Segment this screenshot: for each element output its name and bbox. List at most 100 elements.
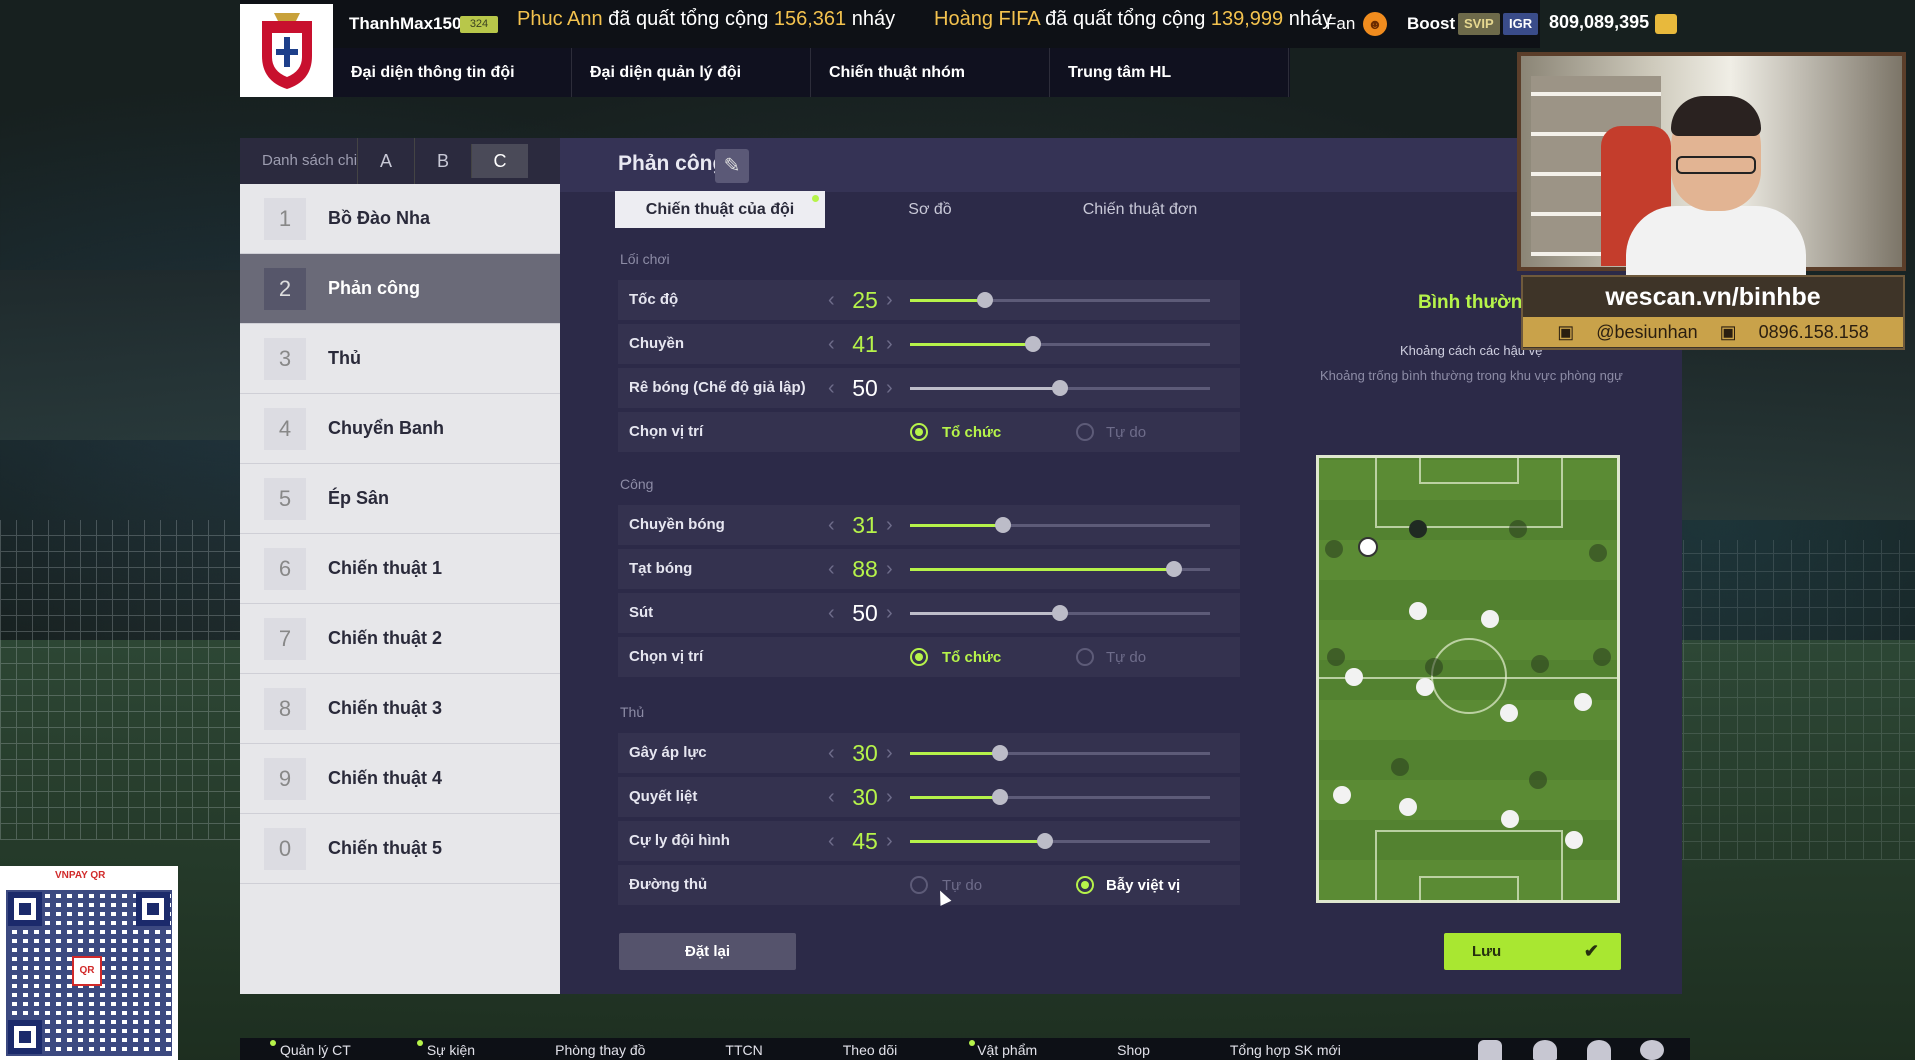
qr-finder-pattern: [136, 892, 170, 926]
gear-icon[interactable]: [1640, 1040, 1664, 1060]
menu-new-events[interactable]: Tổng hợp SK mới: [1150, 1038, 1341, 1060]
slider-track[interactable]: [910, 605, 1210, 621]
slider-track[interactable]: [910, 336, 1210, 352]
slider-track[interactable]: [910, 292, 1210, 308]
radio-free[interactable]: [1076, 648, 1094, 666]
decrease-arrow-icon[interactable]: ‹: [828, 514, 835, 537]
player-marker[interactable]: [1481, 610, 1499, 628]
increase-arrow-icon[interactable]: ›: [886, 333, 893, 356]
slider-knob[interactable]: [977, 292, 993, 308]
radio-offside-trap[interactable]: [1076, 876, 1094, 894]
slider-track[interactable]: [910, 561, 1210, 577]
slider-knob[interactable]: [1025, 336, 1041, 352]
menu-locker-room[interactable]: Phòng thay đồ: [475, 1038, 645, 1060]
player-marker[interactable]: [1409, 602, 1427, 620]
slider-knob[interactable]: [1037, 833, 1053, 849]
tab-list-b[interactable]: B: [414, 138, 471, 184]
team-crest-logo[interactable]: [240, 4, 333, 97]
tactic-list-item[interactable]: 9 Chiến thuật 4: [240, 744, 560, 814]
player-marker[interactable]: [1501, 810, 1519, 828]
player-marker[interactable]: [1333, 786, 1351, 804]
tactic-list-item[interactable]: 8 Chiến thuật 3: [240, 674, 560, 744]
qr-finder-pattern: [8, 892, 42, 926]
menu-watch[interactable]: Theo dõi: [763, 1038, 897, 1060]
save-button[interactable]: Lưu ✔: [1444, 933, 1621, 970]
reset-button[interactable]: Đặt lại: [619, 933, 796, 970]
profile-icon[interactable]: [1587, 1040, 1611, 1060]
decrease-arrow-icon[interactable]: ‹: [828, 377, 835, 400]
decrease-arrow-icon[interactable]: ‹: [828, 289, 835, 312]
social-strip: ▣ @besiunhan ▣ 0896.158.158: [1523, 317, 1903, 347]
increase-arrow-icon[interactable]: ›: [886, 558, 893, 581]
tactic-list-item[interactable]: 6 Chiến thuật 1: [240, 534, 560, 604]
tactic-list-item[interactable]: 5 Ép Sân: [240, 464, 560, 534]
ball-icon[interactable]: [1478, 1040, 1502, 1060]
radio-offside-trap-label: Bẫy việt vị: [1106, 877, 1181, 894]
slider-knob[interactable]: [992, 789, 1008, 805]
tab-individual-tactics[interactable]: Chiến thuật đơn: [1035, 191, 1245, 228]
tab-team-tactics[interactable]: Chiến thuật của đội: [615, 191, 825, 228]
increase-arrow-icon[interactable]: ›: [886, 289, 893, 312]
bell-icon[interactable]: [1533, 1040, 1557, 1060]
radio-free[interactable]: [910, 876, 928, 894]
increase-arrow-icon[interactable]: ›: [886, 786, 893, 809]
tab-formation[interactable]: Sơ đồ: [825, 191, 1035, 228]
decrease-arrow-icon[interactable]: ‹: [828, 558, 835, 581]
slider-value: 50: [852, 375, 878, 401]
nav-training-center[interactable]: Trung tâm HL: [1050, 48, 1289, 97]
notification-dot: [969, 1040, 976, 1046]
slider-knob[interactable]: [1052, 380, 1068, 396]
slider-track[interactable]: [910, 380, 1210, 396]
decrease-arrow-icon[interactable]: ‹: [828, 602, 835, 625]
menu-items[interactable]: Vật phẩm: [897, 1038, 1037, 1060]
increase-arrow-icon[interactable]: ›: [886, 377, 893, 400]
tactic-list-item[interactable]: 3 Thủ: [240, 324, 560, 394]
menu-tactic-management[interactable]: Quản lý CT: [240, 1038, 351, 1060]
decrease-arrow-icon[interactable]: ‹: [828, 333, 835, 356]
increase-arrow-icon[interactable]: ›: [886, 830, 893, 853]
tactic-list-item[interactable]: 4 Chuyển Banh: [240, 394, 560, 464]
decrease-arrow-icon[interactable]: ‹: [828, 830, 835, 853]
tactic-name: Chiến thuật 5: [328, 838, 443, 858]
edit-name-icon[interactable]: ✎: [715, 149, 749, 183]
tactic-list-item-selected[interactable]: 2 Phản công: [240, 254, 560, 324]
radio-organized[interactable]: [910, 423, 928, 441]
player-marker[interactable]: [1399, 798, 1417, 816]
player-marker[interactable]: [1500, 704, 1518, 722]
radio-free[interactable]: [1076, 423, 1094, 441]
player-marker[interactable]: [1565, 831, 1583, 849]
fan-face-icon[interactable]: ☻: [1363, 12, 1387, 36]
tactic-list-item[interactable]: 1 Bồ Đào Nha: [240, 184, 560, 254]
nav-team-manager[interactable]: Đại diện quản lý đội: [572, 48, 811, 97]
nav-group-tactics[interactable]: Chiến thuật nhóm: [811, 48, 1050, 97]
slider-track[interactable]: [910, 745, 1210, 761]
slider-knob[interactable]: [992, 745, 1008, 761]
menu-events[interactable]: Sự kiện: [351, 1038, 475, 1060]
slider-track[interactable]: [910, 789, 1210, 805]
menu-shop[interactable]: Shop: [1037, 1038, 1150, 1060]
positioning-row: Chọn vị trí Tổ chức Tự do: [618, 637, 1240, 677]
slider-track[interactable]: [910, 833, 1210, 849]
radio-organized[interactable]: [910, 648, 928, 666]
slider-row-cross: Tạt bóng ‹ 88 ›: [618, 549, 1240, 589]
player-marker[interactable]: [1574, 693, 1592, 711]
menu-ttcn[interactable]: TTCN: [645, 1038, 762, 1060]
streamer-banner: wescan.vn/binhbe ▣ @besiunhan ▣ 0896.158.1…: [1521, 275, 1905, 350]
slider-knob[interactable]: [1052, 605, 1068, 621]
increase-arrow-icon[interactable]: ›: [886, 742, 893, 765]
increase-arrow-icon[interactable]: ›: [886, 514, 893, 537]
tab-list-c[interactable]: C: [471, 144, 528, 178]
tab-list-a[interactable]: A: [357, 138, 414, 184]
increase-arrow-icon[interactable]: ›: [886, 602, 893, 625]
decrease-arrow-icon[interactable]: ‹: [828, 742, 835, 765]
slider-knob[interactable]: [1166, 561, 1182, 577]
decrease-arrow-icon[interactable]: ‹: [828, 786, 835, 809]
info-title: Bình thường: [1418, 292, 1534, 313]
tactic-list-item[interactable]: 0 Chiến thuật 5: [240, 814, 560, 884]
player-marker[interactable]: [1345, 668, 1363, 686]
slider-knob[interactable]: [995, 517, 1011, 533]
player-marker[interactable]: [1416, 678, 1434, 696]
nav-team-info[interactable]: Đại diện thông tin đội: [333, 48, 572, 97]
slider-track[interactable]: [910, 517, 1210, 533]
tactic-list-item[interactable]: 7 Chiến thuật 2: [240, 604, 560, 674]
